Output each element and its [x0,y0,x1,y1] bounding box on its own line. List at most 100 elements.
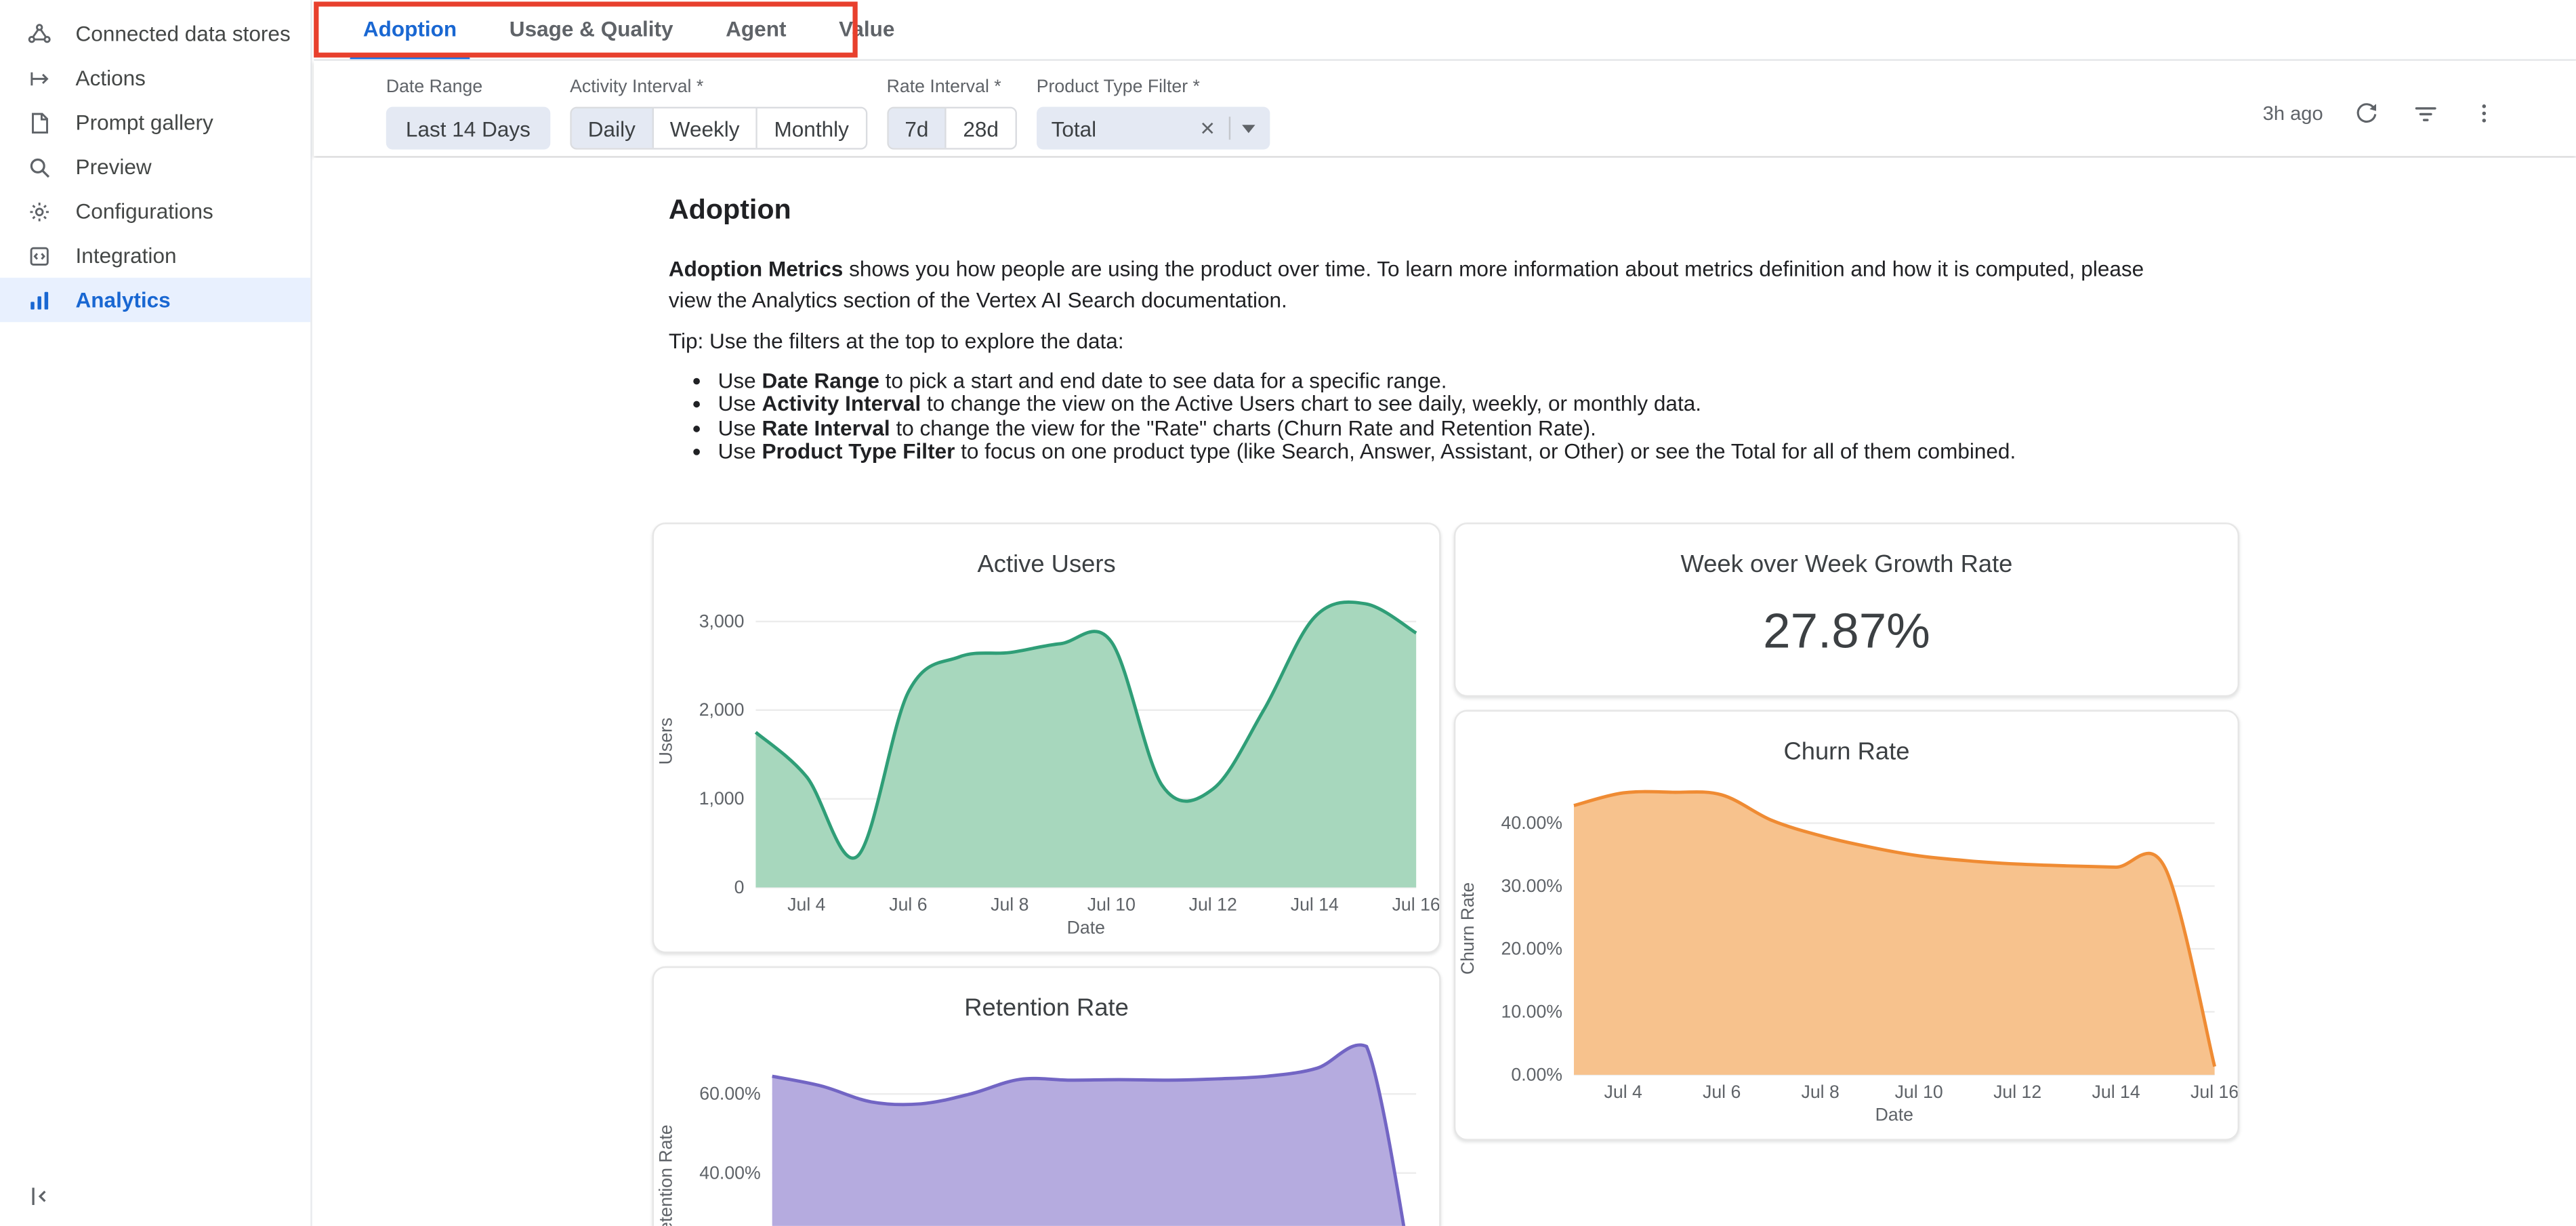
svg-text:40.00%: 40.00% [1501,813,1562,834]
activity-interval-monthly-button[interactable]: Monthly [757,108,865,148]
product-type-value: Total [1052,116,1198,140]
wow-growth-value: 27.87% [1455,605,2237,661]
tab-value[interactable]: Value [812,0,921,59]
churn-rate-chart: 0.00%10.00%20.00%30.00%40.00%Jul 4Jul 6J… [1455,776,2237,1137]
rate-interval-segmented: 7d 28d [887,107,1017,150]
tab-agent[interactable]: Agent [699,0,812,59]
chart-title-active-users: Active Users [654,525,1439,579]
sidebar: Connected data stores Actions Prompt gal… [0,0,312,1226]
tab-bar: Adoption Usage & Quality Agent Value [314,0,2576,61]
prompt-gallery-icon [26,109,53,136]
list-item: Use Rate Interval to change the view for… [718,417,2576,441]
sidebar-item-connected-data-stores[interactable]: Connected data stores [0,12,310,56]
tab-adoption[interactable]: Adoption [337,0,483,59]
svg-text:Date: Date [1875,1105,1913,1125]
activity-interval-daily-button[interactable]: Daily [572,108,654,148]
svg-text:Jul 4: Jul 4 [787,895,825,915]
collapse-panel-icon[interactable] [22,1179,58,1214]
sidebar-nav: Connected data stores Actions Prompt gal… [0,0,310,322]
svg-text:Retention Rate: Retention Rate [656,1125,676,1226]
list-item: Use Activity Interval to change the view… [718,393,2576,417]
tip-text: Tip: Use the filters at the top to explo… [669,329,2576,353]
svg-text:Churn Rate: Churn Rate [1457,882,1478,975]
svg-text:Jul 16: Jul 16 [1392,895,1440,915]
svg-text:Jul 4: Jul 4 [1604,1082,1642,1102]
preview-icon [26,154,53,180]
svg-text:Jul 10: Jul 10 [1087,895,1136,915]
svg-text:0.00%: 0.00% [1511,1065,1562,1085]
more-options-icon[interactable] [2468,97,2500,129]
sidebar-item-label: Connected data stores [76,22,291,46]
product-type-filter-label: Product Type Filter * [1037,77,1270,97]
retention-rate-chart: 0.00%20.00%40.00%60.00%Jul 4Jul 6Jul 8Ju… [654,1032,1439,1226]
svg-text:Date: Date [1067,918,1105,938]
stat-title-wow-growth: Week over Week Growth Rate [1455,525,2237,579]
sidebar-item-label: Integration [76,243,177,268]
intro-paragraph: Adoption Metrics shows you how people ar… [669,253,2188,315]
rate-interval-filter: Rate Interval * 7d 28d [887,77,1017,150]
sidebar-item-label: Analytics [76,287,171,312]
svg-text:Jul 14: Jul 14 [2092,1082,2140,1102]
refresh-icon[interactable] [2349,97,2382,129]
sidebar-item-actions[interactable]: Actions [0,56,310,100]
activity-interval-filter: Activity Interval * Daily Weekly Monthly [570,77,867,150]
sidebar-item-label: Preview [76,155,152,179]
last-refreshed-text: 3h ago [2263,102,2323,125]
filter-bar: Date Range Last 14 Days Activity Interva… [314,61,2576,157]
svg-text:Jul 8: Jul 8 [1802,1082,1840,1102]
product-type-dropdown[interactable]: Total [1037,107,1270,150]
svg-text:Jul 10: Jul 10 [1895,1082,1943,1102]
tips-list: Use Date Range to pick a start and end d… [669,370,2576,464]
churn-rate-card: Churn Rate 0.00% 10.00% 20.00% 30.00% 40.00%… [1454,710,2239,1141]
svg-text:40.00%: 40.00% [699,1163,760,1183]
tab-usage-quality[interactable]: Usage & Quality [483,0,699,59]
sidebar-item-analytics[interactable]: Analytics [0,278,310,322]
main-area: Adoption Usage & Quality Agent Value Dat… [314,0,2576,1226]
sidebar-item-label: Prompt gallery [76,110,213,134]
svg-text:Jul 6: Jul 6 [889,895,927,915]
list-item: Use Product Type Filter to focus on one … [718,441,2576,464]
sidebar-item-configurations[interactable]: Configurations [0,189,310,233]
product-type-filter: Product Type Filter * Total [1037,77,1270,150]
date-range-button[interactable]: Last 14 Days [386,107,550,150]
clear-icon[interactable] [1197,119,1217,138]
date-range-filter: Date Range Last 14 Days [386,77,550,150]
rate-interval-28d-button[interactable]: 28d [947,108,1015,148]
svg-text:30.00%: 30.00% [1501,876,1562,896]
activity-interval-weekly-button[interactable]: Weekly [654,108,758,148]
intro-text: shows you how people are using the produ… [669,256,2144,312]
list-item: Use Date Range to pick a start and end d… [718,370,2576,394]
chevron-down-icon[interactable] [1242,124,1255,132]
configurations-icon [26,198,53,224]
sidebar-item-label: Actions [76,66,146,90]
content-area: Adoption Adoption Metrics shows you how … [314,158,2576,1226]
retention-rate-card: Retention Rate 0.00%20.00%40.00%60.00%Ju… [652,966,1441,1226]
chart-title-retention-rate: Retention Rate [654,968,1439,1023]
app-window: Connected data stores Actions Prompt gal… [0,0,2576,1226]
svg-text:60.00%: 60.00% [699,1084,760,1104]
data-stores-icon [26,20,53,47]
actions-icon [26,65,53,91]
svg-text:Jul 12: Jul 12 [1189,895,1237,915]
filter-list-icon[interactable] [2409,97,2441,129]
filter-bar-actions: 3h ago [2263,97,2501,129]
dropdown-divider [1228,117,1230,140]
page-title: Adoption [669,194,2576,226]
active-users-chart: 01,0002,0003,000Jul 4Jul 6Jul 8Jul 10Jul… [654,589,1439,950]
charts-column-right: Week over Week Growth Rate 27.87% Churn … [1454,523,2239,1226]
chart-title-churn-rate: Churn Rate [1455,712,2237,766]
sidebar-item-preview[interactable]: Preview [0,144,310,188]
sidebar-item-prompt-gallery[interactable]: Prompt gallery [0,100,310,144]
integration-icon [26,243,53,269]
svg-text:Jul 8: Jul 8 [991,895,1029,915]
svg-text:10.00%: 10.00% [1501,1002,1562,1022]
rate-interval-7d-button[interactable]: 7d [888,108,947,148]
analytics-icon [26,287,53,313]
svg-text:2,000: 2,000 [699,700,745,720]
svg-text:1,000: 1,000 [699,789,745,809]
sidebar-item-integration[interactable]: Integration [0,233,310,277]
svg-text:20.00%: 20.00% [1501,939,1562,959]
svg-text:0: 0 [734,877,745,897]
charts-grid: Active Users 01,0002,0003,000Jul 4Jul 6J… [652,523,2576,1226]
svg-text:Users: Users [656,718,676,765]
